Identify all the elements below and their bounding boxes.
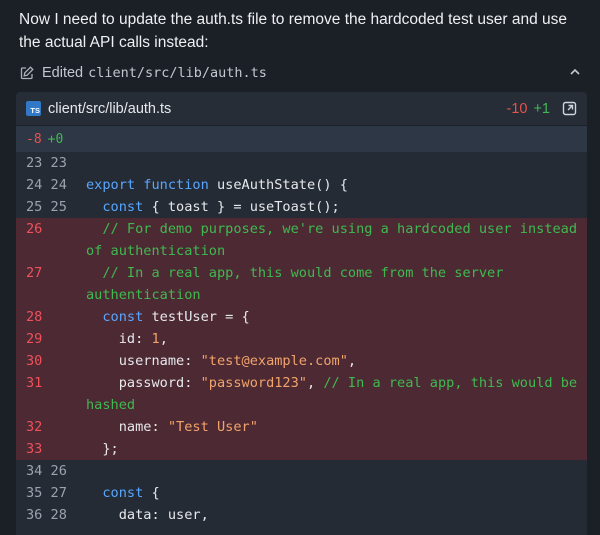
edited-label: Edited — [42, 65, 84, 81]
removed-line: 33 }; — [16, 438, 587, 460]
code-text: id: 1, — [86, 328, 587, 350]
removed-line: 31 password: "password123", // In a real… — [16, 372, 587, 416]
line-number: 23 23 — [26, 155, 67, 171]
open-in-editor-icon[interactable] — [562, 101, 577, 116]
code-text: username: "test@example.com", — [86, 350, 587, 372]
line-number: 32 — [26, 419, 43, 435]
code-text: export function useAuthState() { — [86, 174, 587, 196]
context-line: 24 24 export function useAuthState() { — [16, 174, 587, 196]
file-name: client/src/lib/auth.ts — [48, 100, 172, 117]
code-token: const — [102, 309, 144, 325]
line-number: 27 — [26, 265, 43, 281]
line-number: 24 24 — [26, 177, 67, 193]
removed-line: 26 // For demo purposes, we're using a h… — [16, 218, 587, 262]
code-text: const testUser = { — [86, 306, 587, 328]
hunk-removed-count: -8 — [26, 131, 42, 147]
code-token: "Test User" — [167, 419, 258, 435]
removed-count: -10 — [506, 100, 528, 117]
code-token: id: — [86, 331, 152, 347]
removed-line: 29 id: 1, — [16, 328, 587, 350]
removed-line: 32 name: "Test User" — [16, 416, 587, 438]
code-text: password: "password123", // In a real ap… — [86, 372, 587, 416]
code-token: , — [159, 331, 168, 347]
diff-stats: -10 +1 — [506, 101, 577, 117]
context-line: 25 25 const { toast } = useToast(); — [16, 196, 587, 218]
line-number: 31 — [26, 375, 43, 391]
edit-icon — [19, 65, 35, 81]
code-token: { — [143, 485, 160, 501]
hunk-header: -8 +0 — [16, 126, 587, 152]
code-token: , — [307, 375, 324, 391]
code-text: }; — [86, 438, 587, 460]
removed-line: 27 // In a real app, this would come fro… — [16, 262, 587, 306]
code-token: // In a real app, this would come from t… — [86, 265, 512, 303]
line-number: 26 — [26, 221, 43, 237]
context-line: 23 23 — [16, 152, 587, 174]
code-token: "password123" — [200, 375, 307, 391]
code-token: password: — [86, 375, 201, 391]
code-text: name: "Test User" — [86, 416, 587, 438]
code-token: useAuthState() { — [216, 177, 348, 193]
hunk-added-count: +0 — [47, 131, 64, 147]
code-text: // For demo purposes, we're using a hard… — [86, 218, 587, 262]
line-number: 29 — [26, 331, 43, 347]
removed-line: 30 username: "test@example.com", — [16, 350, 587, 372]
line-number: 36 28 — [26, 507, 67, 523]
context-line: 34 26 — [16, 460, 587, 482]
assistant-message: Now I need to update the auth.ts file to… — [19, 11, 568, 51]
line-number: 28 — [26, 309, 43, 325]
chevron-up-icon[interactable] — [568, 65, 582, 79]
code-text: data: user, — [86, 504, 587, 526]
diff-panel: TS client/src/lib/auth.ts -10 +1 -8 +0 2… — [16, 92, 587, 535]
code-token: export function — [86, 177, 217, 193]
code-token: // For demo purposes, we're using a hard… — [86, 221, 586, 259]
line-number: 25 25 — [26, 199, 67, 215]
line-number: 30 — [26, 353, 43, 369]
code-token: username: — [86, 353, 201, 369]
added-count: +1 — [533, 100, 550, 117]
context-line: 35 27 const { — [16, 482, 587, 504]
code-token: data: user, — [86, 507, 209, 523]
code-token: { toast } = useToast(); — [143, 199, 340, 215]
code-text: // In a real app, this would come from t… — [86, 262, 587, 306]
line-number: 33 — [26, 441, 43, 457]
removed-line: 28 const testUser = { — [16, 306, 587, 328]
code-token: , — [347, 353, 357, 369]
file-header: TS client/src/lib/auth.ts -10 +1 — [16, 92, 587, 126]
code-token: 1 — [151, 331, 160, 347]
code-token: testUser = { — [143, 309, 250, 325]
code-text: const { toast } = useToast(); — [86, 196, 587, 218]
edited-path: client/src/lib/auth.ts — [88, 65, 267, 81]
line-number: 35 27 — [26, 485, 67, 501]
edited-file-row[interactable]: Edited client/src/lib/auth.ts — [19, 62, 586, 84]
line-number: 34 26 — [26, 463, 67, 479]
code-token: }; — [86, 441, 119, 457]
context-line: 36 28 data: user, — [16, 504, 587, 526]
typescript-icon: TS — [26, 101, 41, 116]
code-token: const — [102, 485, 144, 501]
code-token: const — [102, 199, 144, 215]
code-token: name: — [86, 419, 168, 435]
code-text: const { — [86, 482, 587, 504]
code-token: "test@example.com" — [200, 353, 348, 369]
code-diff: 23 23 24 24 export function useAuthState()… — [16, 152, 587, 526]
